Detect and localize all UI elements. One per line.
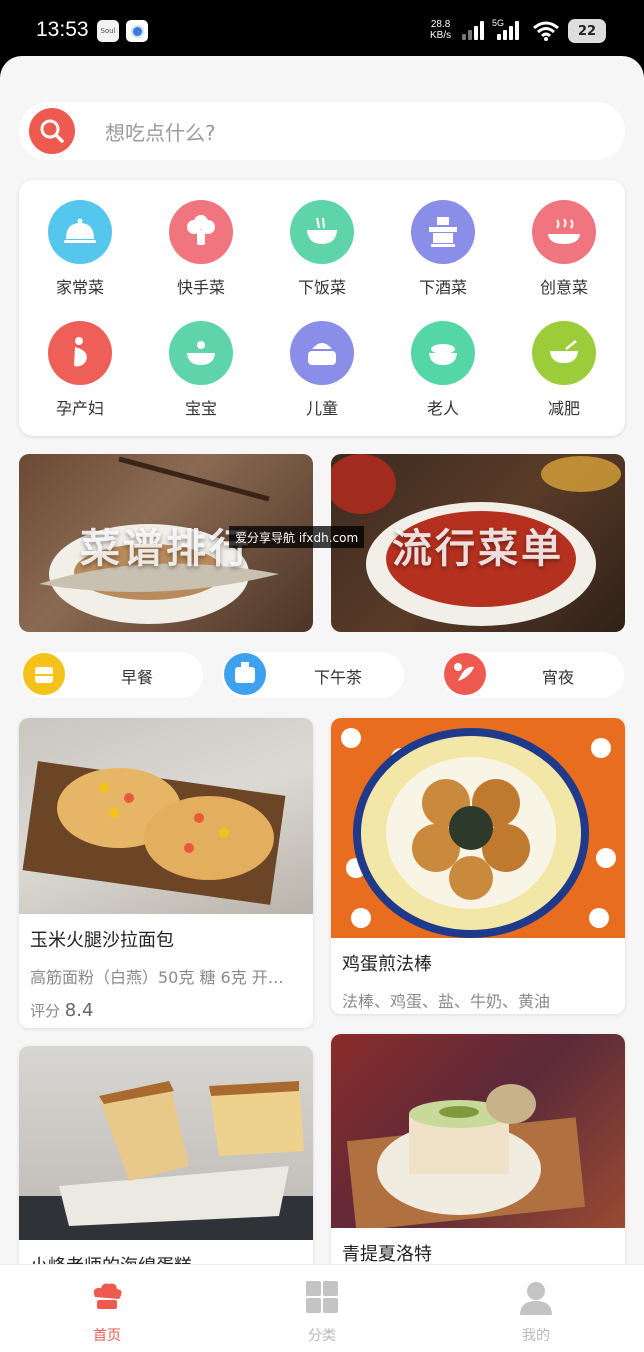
category-label: 减肥 <box>547 399 580 418</box>
category-creative[interactable]: 创意菜 <box>514 200 614 298</box>
recipe-rating: 评分 8.4 <box>19 988 313 1021</box>
category-quick[interactable]: 快手菜 <box>151 200 251 298</box>
recipe-image <box>19 1046 313 1240</box>
recipe-title: 青提夏洛特 <box>342 1244 432 1265</box>
network-speed-unit: KB/s <box>430 30 452 41</box>
banner-title: 流行菜单 <box>392 526 564 572</box>
hotpot-icon <box>411 200 475 264</box>
tab-label: 分类 <box>308 1328 336 1344</box>
category-label: 下酒菜 <box>418 278 467 297</box>
home-page: 想吃点什么? 家常菜 快手菜 下饭菜 下酒菜 创意菜 孕产妇 宝宝 儿童 老人 … <box>0 56 644 1352</box>
recipe-card[interactable]: 青提夏洛特 <box>331 1034 625 1286</box>
user-icon <box>520 1282 552 1315</box>
search-icon[interactable] <box>29 108 75 154</box>
battery-icon: 22 <box>568 19 606 43</box>
grid-icon <box>306 1281 338 1313</box>
category-label: 快手菜 <box>176 278 225 297</box>
category-pregnant[interactable]: 孕产妇 <box>30 321 130 419</box>
tab-category[interactable]: 分类 <box>262 1265 382 1352</box>
rating-value: 8.4 <box>64 1000 94 1021</box>
category-elderly[interactable]: 老人 <box>393 321 493 419</box>
breakfast-icon <box>23 653 65 695</box>
banner-popular-menu[interactable]: 流行菜单 <box>331 454 625 632</box>
recipe-card[interactable]: 玉米火腿沙拉面包 高筋面粉（白燕）50克 糖 6克 开… 评分 8.4 <box>19 718 313 1028</box>
meal-label: 宵夜 <box>541 668 574 687</box>
category-home-cooking[interactable]: 家常菜 <box>30 200 130 298</box>
category-label: 下饭菜 <box>297 278 346 297</box>
recipe-title: 玉米火腿沙拉面包 <box>30 930 174 951</box>
cloche-icon <box>48 200 112 264</box>
meal-afternoon-tea[interactable]: 下午茶 <box>222 652 404 698</box>
broccoli-icon <box>169 200 233 264</box>
wifi-icon <box>533 21 559 41</box>
status-bar: 13:53 Soul 28.8 KB/s 5G 22 <box>0 0 644 60</box>
tab-home[interactable]: 首页 <box>47 1265 167 1352</box>
baby-bowl-icon <box>169 321 233 385</box>
chef-hat-icon <box>93 1283 122 1309</box>
recipe-card[interactable]: 鸡蛋煎法棒 法棒、鸡蛋、盐、牛奶、黄油 <box>331 718 625 1014</box>
search-bar[interactable]: 想吃点什么? <box>19 102 625 160</box>
recipe-image <box>19 718 313 914</box>
crayfish-icon <box>444 653 486 695</box>
network-speed-value: 28.8 <box>430 19 451 30</box>
plate-icon <box>532 200 596 264</box>
recipe-ingredients: 法棒、鸡蛋、盐、牛奶、黄油 <box>342 992 551 1011</box>
teatime-icon <box>224 653 266 695</box>
tab-mine[interactable]: 我的 <box>476 1265 596 1352</box>
tab-label: 我的 <box>522 1328 550 1344</box>
bottom-tab-bar: 首页 分类 我的 <box>0 1264 644 1352</box>
pregnant-icon <box>48 321 112 385</box>
category-label: 老人 <box>426 399 459 418</box>
recipe-image <box>331 1034 625 1228</box>
category-children[interactable]: 儿童 <box>272 321 372 419</box>
meal-late-night[interactable]: 宵夜 <box>442 652 624 698</box>
rating-label: 评分 <box>30 1002 61 1020</box>
noodle-bowl-icon <box>411 321 475 385</box>
category-diet[interactable]: 减肥 <box>514 321 614 419</box>
browser-app-icon <box>126 20 148 42</box>
category-grid: 家常菜 快手菜 下饭菜 下酒菜 创意菜 孕产妇 宝宝 儿童 老人 减肥 <box>19 180 625 436</box>
category-label: 宝宝 <box>184 399 217 418</box>
rice-bowl-icon <box>290 200 354 264</box>
watermark-label: 爱分享导航 ifxdh.com <box>229 526 365 548</box>
network-speed: 28.8 KB/s <box>430 19 451 41</box>
recipe-ingredients: 高筋面粉（白燕）50克 糖 6克 开… <box>30 968 284 987</box>
meal-label: 下午茶 <box>313 668 362 687</box>
signal-5g-icon <box>497 21 519 40</box>
signal-icon <box>462 21 484 40</box>
recipe-card[interactable]: 小峰老师的海绵蛋糕 <box>19 1046 313 1286</box>
juicer-icon <box>290 321 354 385</box>
search-input[interactable]: 想吃点什么? <box>105 117 216 146</box>
category-baby[interactable]: 宝宝 <box>151 321 251 419</box>
soul-app-icon: Soul <box>97 20 119 42</box>
category-drinking-snack[interactable]: 下酒菜 <box>393 200 493 298</box>
salad-bowl-icon <box>532 321 596 385</box>
category-label: 家常菜 <box>55 278 104 297</box>
category-label: 创意菜 <box>539 278 588 297</box>
category-label: 孕产妇 <box>55 399 104 418</box>
status-time: 13:53 <box>36 18 89 41</box>
meal-label: 早餐 <box>120 668 153 687</box>
recipe-title: 鸡蛋煎法棒 <box>342 954 432 975</box>
category-label: 儿童 <box>305 399 338 418</box>
recipe-image <box>331 718 625 938</box>
meal-breakfast[interactable]: 早餐 <box>21 652 203 698</box>
tab-label: 首页 <box>93 1328 121 1344</box>
category-rice-dish[interactable]: 下饭菜 <box>272 200 372 298</box>
